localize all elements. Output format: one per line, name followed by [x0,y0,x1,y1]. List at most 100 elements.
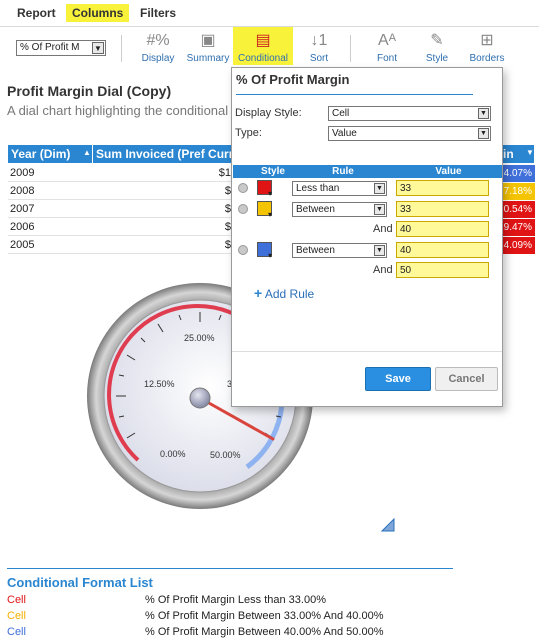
rule-operator-select[interactable]: Between ▼ [292,243,387,258]
table-row: 2009 $1 [8,164,233,182]
cancel-button[interactable]: Cancel [435,367,498,391]
dial-hub [189,387,211,409]
header-divider [92,145,93,163]
cfl-item-type: Cell [7,626,26,638]
chevron-down-icon: ▼ [478,128,489,139]
toolbar-divider [121,35,122,62]
resize-handle-icon[interactable] [380,517,395,532]
remove-rule-icon[interactable] [238,183,248,193]
field-select[interactable]: % Of Profit M ▼ [16,40,106,56]
chevron-down-icon: ▼ [478,108,489,119]
font-button-label: Font [376,53,397,64]
summary-button-label: Summary [186,53,230,64]
percent-format-icon: #% [146,32,170,49]
type-label: Type: [235,127,262,139]
style-button[interactable]: ✎ Style [423,31,451,64]
column-header-year[interactable]: Year (Dim) [11,147,70,161]
display-style-value: Cell [332,108,350,119]
display-style-select[interactable]: Cell ▼ [328,106,491,121]
row-year: 2009 [10,167,35,179]
menu-report[interactable]: Report [17,6,56,20]
row-year: 2008 [10,185,35,197]
cfl-item-desc: % Of Profit Margin Less than 33.00% [145,594,326,606]
column-header-pct[interactable]: in [503,147,514,161]
rules-header-style: Style [255,165,291,178]
cfl-divider [7,568,453,569]
rules-header-value: Value [395,165,502,178]
row-pct-cell: 9.47% [502,219,535,236]
chevron-down-icon: ▼ [374,245,385,256]
rules-header-blank [233,165,255,178]
display-style-label: Display Style: [235,107,302,119]
rule-and-value-input[interactable]: 40 [396,221,489,237]
sort-icon: ↓1 [310,32,328,49]
rule-color-swatch[interactable] [257,180,272,198]
column-header-sum-invoiced[interactable]: Sum Invoiced (Pref Curr [96,147,233,161]
dial-label-12-5: 12.50% [144,379,175,389]
sort-desc-icon[interactable]: ▼ [526,148,534,157]
rule-operator-value: Between [296,245,335,256]
sort-button-label: Sort [309,53,329,64]
add-rule-link[interactable]: + Add Rule [254,285,314,301]
table-row: 2007 $ [8,200,233,218]
type-value: Value [332,128,357,139]
borders-icon: ⊞ [480,32,494,49]
rule-color-swatch[interactable] [257,242,272,260]
conditional-format-icon: ▤ [255,32,271,49]
chevron-down-icon: ▼ [374,183,385,194]
top-menu-bar: Report Columns Filters [0,0,539,27]
rule-operator-value: Between [296,204,335,215]
style-button-label: Style [425,53,449,64]
cfl-item-type: Cell [7,610,26,622]
cfl-title: Conditional Format List [7,575,153,590]
type-select[interactable]: Value ▼ [328,126,491,141]
cfl-item-desc: % Of Profit Margin Between 40.00% And 50… [145,626,384,638]
column-toolbar: % Of Profit M ▼ #% Display ▣ Summary ▤ C… [0,27,539,70]
rule-operator-value: Less than [296,183,340,194]
row-pct-cell: 4.09% [502,237,535,254]
rule-and-label: And [373,264,393,276]
sort-button[interactable]: ↓1 Sort [306,31,332,64]
row-year: 2006 [10,221,35,233]
sort-asc-icon[interactable]: ▲ [83,148,91,157]
rule-and-value-input[interactable]: 50 [396,262,489,278]
remove-rule-icon[interactable] [238,245,248,255]
rule-and-label: And [373,223,393,235]
row-year: 2007 [10,203,35,215]
display-button-label: Display [141,53,175,64]
rule-value-input[interactable]: 33 [396,180,489,196]
conditional-button[interactable]: ▤ Conditional [233,27,293,65]
popup-title-underline [236,94,473,95]
conditional-button-label: Conditional [237,53,289,64]
font-icon: Aᴬ [378,32,396,49]
chevron-down-icon: ▼ [374,204,385,215]
cfl-item-type: Cell [7,594,26,606]
borders-button[interactable]: ⊞ Borders [468,31,506,64]
brush-icon: ✎ [430,32,444,49]
table-row: 2006 $ [8,218,233,236]
toolbar-divider [350,35,351,62]
field-select-value: % Of Profit M [20,42,80,53]
report-subtitle: A dial chart highlighting the conditiona… [7,103,229,118]
plus-icon: + [254,285,263,301]
report-title: Profit Margin Dial (Copy) [7,83,172,99]
dial-label-50: 50.00% [210,450,241,460]
rule-color-swatch[interactable] [257,201,272,219]
add-rule-label: Add Rule [264,287,315,301]
rule-operator-select[interactable]: Less than ▼ [292,181,387,196]
table-header-right: in ▼ [502,145,534,163]
table-header: Year (Dim) ▲ Sum Invoiced (Pref Curr [8,145,233,163]
dial-label-0: 0.00% [160,449,186,459]
rule-operator-select[interactable]: Between ▼ [292,202,387,217]
rule-value-input[interactable]: 40 [396,242,489,258]
menu-filters[interactable]: Filters [140,6,176,20]
rule-value-input[interactable]: 33 [396,201,489,217]
row-pct-cell: 7.18% [502,183,535,200]
remove-rule-icon[interactable] [238,204,248,214]
summary-button[interactable]: ▣ Summary [186,31,230,64]
menu-columns[interactable]: Columns [66,4,130,22]
display-button[interactable]: #% Display [141,31,175,64]
save-button[interactable]: Save [365,367,431,391]
summary-icon: ▣ [200,32,216,49]
font-button[interactable]: Aᴬ Font [373,31,401,64]
